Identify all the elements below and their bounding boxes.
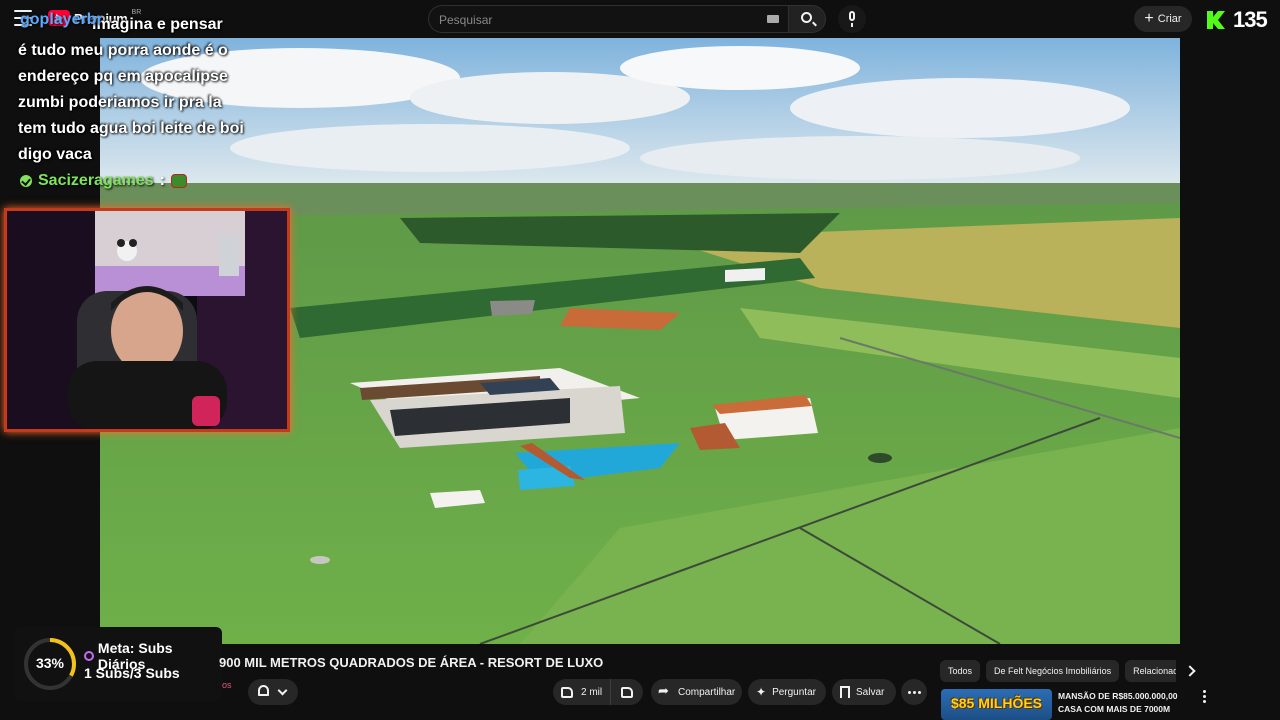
chat-line: tem tudo agua boi leite de boi [18,120,244,137]
emote-icon [170,174,187,188]
voice-search-button[interactable] [838,5,866,33]
like-dislike-group: 2 mil [553,679,643,705]
share-button[interactable]: Compartilhar [651,679,742,705]
chat-line: imagina e pensar [92,16,223,33]
chat-next-message: Sacizeragames : [20,172,187,190]
search-input[interactable] [439,11,739,29]
webcam-feed [7,211,287,429]
video-title: 900 MIL METROS QUADRADOS DE ÁREA - RESOR… [219,655,604,670]
thumbs-down-icon [621,686,633,698]
plus-icon: + [1144,10,1154,27]
sub-goal-widget: 33% Meta: Subs Diários 1 Subs/3 Subs [14,627,222,701]
chip-channel[interactable]: De Felt Negócios Imobiliários [986,660,1120,682]
create-button[interactable]: + Criar [1134,6,1192,32]
like-count: 2 mil [581,686,603,698]
like-button[interactable]: 2 mil [553,679,611,705]
chevron-down-icon [277,685,288,696]
recommendation-menu-button[interactable] [1200,690,1208,704]
thumbs-up-icon [561,686,573,698]
ask-button[interactable]: ✦ Perguntar [748,679,826,705]
chat-line: endereço pq em apocalipse [18,68,228,85]
filter-chips: Todos De Felt Negócios Imobiliários Rela… [940,660,1176,682]
chat-line: zumbi poderiamos ir pra la [18,94,222,111]
search-box [428,5,788,33]
search-button[interactable] [788,5,826,33]
dislike-button[interactable] [611,679,643,705]
chip-all[interactable]: Todos [940,660,981,682]
bell-icon [258,685,269,696]
ask-label: Perguntar [772,686,816,698]
app-root: Premium BR + Criar 135 [0,0,1280,720]
more-actions-button[interactable] [901,679,927,705]
share-label: Compartilhar [678,686,736,698]
goal-percent: 33% [35,655,65,671]
recommendation-title[interactable]: MANSÃO DE R$85.000.000,00 CASA COM MAIS … [1058,690,1192,716]
notifications-button[interactable] [248,679,298,705]
create-label: Criar [1157,13,1182,25]
chip-related[interactable]: Relacionados [1125,660,1176,682]
verified-icon [20,175,32,187]
chat-message: imagina e pensar é tudo meu porra aonde … [18,12,268,168]
recommendation-thumbnail[interactable]: $85 MILHÕES [941,689,1052,720]
chat-line: digo vaca [18,146,92,163]
sparkle-icon: ✦ [756,685,767,699]
share-icon [658,683,672,699]
chat-username: goplayerbr [20,11,103,28]
chevron-right-icon[interactable] [1184,664,1198,678]
keyboard-icon[interactable] [767,15,779,23]
k-badge-icon [1207,11,1225,29]
search-icon [801,12,812,23]
webcam-overlay [4,208,290,432]
chat-next-username: Sacizeragames [38,172,154,189]
goal-icon [84,651,94,661]
thumbnail-text: $85 MILHÕES [950,695,1043,711]
channel-name[interactable]: os [222,680,232,690]
chat-line: é tudo meu porra aonde é o [18,42,228,59]
chat-separator: : [159,172,165,189]
goal-progress: 1 Subs/3 Subs [84,665,180,681]
save-label: Salvar [856,686,885,698]
bookmark-icon [840,686,850,698]
save-button[interactable]: Salvar [832,679,896,705]
microphone-icon [849,11,855,21]
viewer-count: 135 [1233,7,1268,32]
